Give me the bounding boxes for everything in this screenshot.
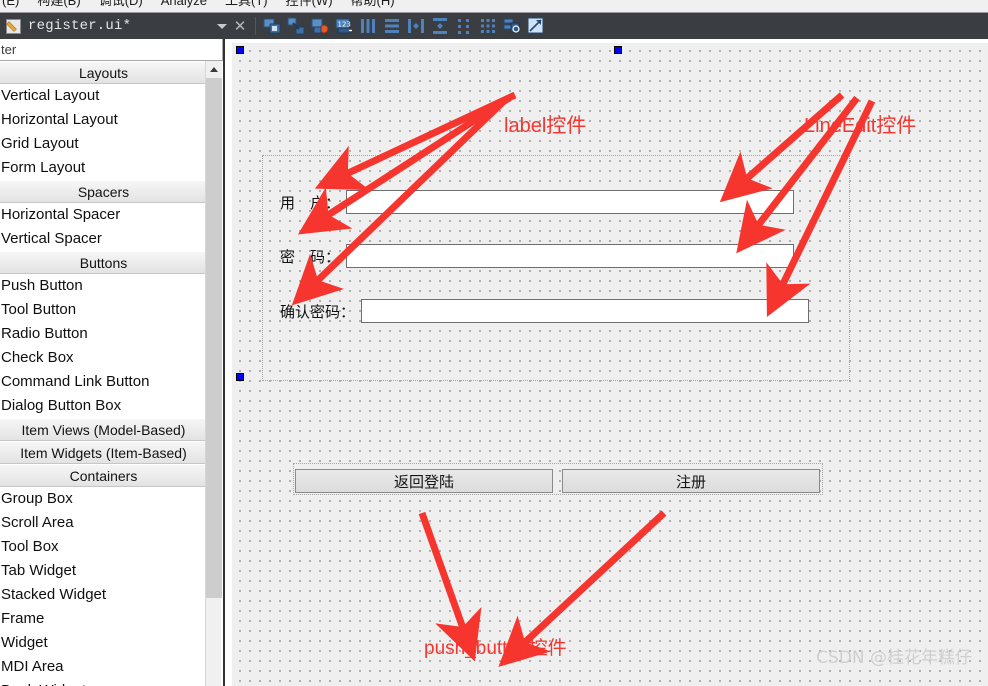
toolbar-separator <box>255 17 256 35</box>
chevron-up-icon[interactable] <box>206 61 222 78</box>
watermark: CSDN @桂花年糕仔 <box>816 648 972 668</box>
input-confirm-password[interactable] <box>361 299 810 323</box>
menu-file[interactable]: (E) <box>0 0 28 7</box>
widget-item-vertical-layout[interactable]: Vertical Layout <box>0 84 207 108</box>
widget-item-form-layout[interactable]: Form Layout <box>0 156 207 180</box>
menu-tools[interactable]: 工具(T) <box>216 0 277 7</box>
widget-item-group-box[interactable]: Group Box <box>0 487 207 511</box>
scrollbar[interactable] <box>205 61 222 686</box>
document-name: register.ui* <box>28 18 132 34</box>
chevron-down-icon[interactable] <box>215 13 229 39</box>
widget-category-item-views[interactable]: Item Views (Model-Based) <box>0 418 207 441</box>
scrollbar-thumb[interactable] <box>206 78 222 598</box>
widget-item-grid-layout[interactable]: Grid Layout <box>0 132 207 156</box>
menu-bar: (E) 构建(B) 调试(D) Analyze 工具(T) 控件(W) 帮助(H… <box>0 0 988 13</box>
widget-box-list: Layouts Vertical Layout Horizontal Layou… <box>0 61 207 686</box>
widget-item-mdi-area[interactable]: MDI Area <box>0 655 207 679</box>
designer-toolbar: register.ui* ✕ 123 <box>0 13 988 39</box>
menu-help[interactable]: 帮助(H) <box>342 0 404 7</box>
layout-splitter-vertical-icon[interactable] <box>429 15 451 37</box>
widget-item-horizontal-layout[interactable]: Horizontal Layout <box>0 108 207 132</box>
form-canvas[interactable]: 用 户： 密 码： 确认密码： 返回登陆 注册 label控件 LineEdit… <box>227 39 988 686</box>
widget-item-command-link-button[interactable]: Command Link Button <box>0 370 207 394</box>
edit-widgets-icon[interactable] <box>261 15 283 37</box>
widget-item-vertical-spacer[interactable]: Vertical Spacer <box>0 227 207 251</box>
document-tab[interactable]: register.ui* <box>0 13 215 39</box>
annotation-push-button-text: push_button控件 <box>424 638 567 659</box>
search-input[interactable]: ter <box>0 42 16 57</box>
menu-build[interactable]: 构建(B) <box>28 0 89 7</box>
button-back-to-login[interactable]: 返回登陆 <box>295 469 553 493</box>
form-row-confirm-password: 确认密码： <box>280 298 840 324</box>
break-layout-icon[interactable] <box>501 15 523 37</box>
form-row-password: 密 码： <box>280 243 840 269</box>
widget-item-tool-box[interactable]: Tool Box <box>0 535 207 559</box>
qt-designer-window: (E) 构建(B) 调试(D) Analyze 工具(T) 控件(W) 帮助(H… <box>0 0 988 686</box>
widget-item-horizontal-spacer[interactable]: Horizontal Spacer <box>0 203 207 227</box>
resize-handle-top-left[interactable] <box>236 46 244 54</box>
widget-item-tab-widget[interactable]: Tab Widget <box>0 559 207 583</box>
menu-analyze[interactable]: Analyze <box>152 0 216 7</box>
annotation-label-text: label控件 <box>504 115 587 137</box>
widget-item-tool-button[interactable]: Tool Button <box>0 298 207 322</box>
label-password: 密 码： <box>280 247 341 266</box>
close-icon[interactable]: ✕ <box>229 13 251 39</box>
input-password[interactable] <box>346 244 795 268</box>
svg-text:123: 123 <box>338 21 351 29</box>
widget-box-panel: ter Layouts Vertical Layout Horizontal L… <box>0 39 225 686</box>
widget-category-spacers[interactable]: Spacers <box>0 180 207 203</box>
widget-item-scroll-area[interactable]: Scroll Area <box>0 511 207 535</box>
layout-horizontally-icon[interactable] <box>357 15 379 37</box>
widget-item-radio-button[interactable]: Radio Button <box>0 322 207 346</box>
widget-item-dock-widget[interactable]: Dock Widget <box>0 679 207 686</box>
label-confirm-password: 确认密码： <box>280 302 356 321</box>
layout-splitter-horizontal-icon[interactable] <box>405 15 427 37</box>
edit-buddies-icon[interactable] <box>309 15 331 37</box>
layout-grid-icon[interactable] <box>477 15 499 37</box>
edit-pencil-icon <box>6 18 21 34</box>
resize-handle-top-center[interactable] <box>614 46 622 54</box>
widget-item-frame[interactable]: Frame <box>0 607 207 631</box>
form-row-username: 用 户： <box>280 189 840 215</box>
widget-item-push-button[interactable]: Push Button <box>0 274 207 298</box>
widget-item-stacked-widget[interactable]: Stacked Widget <box>0 583 207 607</box>
form-sheet[interactable]: 用 户： 密 码： 确认密码： 返回登陆 注册 label控件 LineEdit… <box>232 43 988 686</box>
widget-item-widget[interactable]: Widget <box>0 631 207 655</box>
widget-category-layouts[interactable]: Layouts <box>0 61 207 84</box>
widget-category-item-widgets[interactable]: Item Widgets (Item-Based) <box>0 441 207 464</box>
widget-item-dialog-button-box[interactable]: Dialog Button Box <box>0 394 207 418</box>
menu-widgets[interactable]: 控件(W) <box>277 0 342 7</box>
adjust-size-icon[interactable] <box>525 15 547 37</box>
widget-category-containers[interactable]: Containers <box>0 464 207 487</box>
annotation-lineedit-text: LineEdit控件 <box>804 115 917 137</box>
widget-item-check-box[interactable]: Check Box <box>0 346 207 370</box>
layout-vertically-icon[interactable] <box>381 15 403 37</box>
label-username: 用 户： <box>280 193 341 212</box>
widget-category-buttons[interactable]: Buttons <box>0 251 207 274</box>
button-register[interactable]: 注册 <box>562 469 820 493</box>
menu-debug[interactable]: 调试(D) <box>90 0 152 7</box>
edit-signals-slots-icon[interactable] <box>285 15 307 37</box>
edit-tab-order-icon[interactable]: 123 <box>333 15 355 37</box>
layout-form-icon[interactable] <box>453 15 475 37</box>
input-username[interactable] <box>346 190 795 214</box>
widget-filter[interactable]: ter <box>0 39 223 61</box>
resize-handle-middle-left[interactable] <box>236 373 244 381</box>
